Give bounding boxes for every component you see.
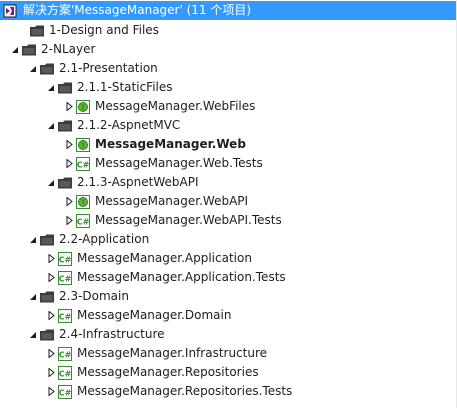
- tree-row[interactable]: C# MessageManager.WebAPI.Tests: [0, 211, 457, 230]
- solution-folder-icon: [39, 61, 55, 77]
- solution-folder-icon: [21, 42, 37, 58]
- csharp-project-icon: C#: [57, 270, 73, 286]
- tree-row-solution[interactable]: 解决方案'MessageManager' (11 个项目): [0, 1, 457, 20]
- tree-row[interactable]: 2.1.2-AspnetMVC: [0, 116, 457, 135]
- tree-item-label: 2.2-Application: [59, 232, 150, 246]
- collapsed-arrow-icon[interactable]: [45, 363, 57, 382]
- collapsed-arrow-icon[interactable]: [45, 249, 57, 268]
- collapsed-arrow-icon[interactable]: [45, 306, 57, 325]
- svg-text:C#: C#: [59, 369, 72, 378]
- tree-item-label: 2-NLayer: [41, 42, 96, 56]
- tree-item-label: 2.1.3-AspnetWebAPI: [77, 175, 199, 189]
- no-expander: [17, 21, 29, 40]
- tree-row[interactable]: 2-NLayer: [0, 40, 457, 59]
- tree-row[interactable]: C# MessageManager.Web.Tests: [0, 154, 457, 173]
- tree-row[interactable]: 2.1.1-StaticFiles: [0, 78, 457, 97]
- tree-row[interactable]: C# MessageManager.Repositories.Tests: [0, 382, 457, 401]
- tree-item-label: MessageManager.Repositories.Tests: [77, 384, 293, 398]
- solution-folder-icon: [57, 80, 73, 96]
- expanded-arrow-icon[interactable]: [27, 287, 39, 306]
- tree-item-label: 2.1-Presentation: [59, 61, 158, 75]
- solution-folder-icon: [29, 23, 45, 39]
- web-project-icon: [75, 137, 91, 153]
- solution-label: 解决方案'MessageManager' (11 个项目): [23, 3, 252, 17]
- tree-row[interactable]: 2.1-Presentation: [0, 59, 457, 78]
- solution-folder-icon: [39, 232, 55, 248]
- svg-text:C#: C#: [59, 350, 72, 359]
- tree-row[interactable]: C# MessageManager.Application.Tests: [0, 268, 457, 287]
- svg-text:C#: C#: [77, 160, 90, 169]
- expanded-arrow-icon[interactable]: [45, 173, 57, 192]
- tree-item-label: 2.1.1-StaticFiles: [77, 80, 173, 94]
- tree-item-label: MessageManager.Web: [95, 137, 246, 151]
- svg-text:C#: C#: [59, 274, 72, 283]
- tree-row[interactable]: C# MessageManager.Repositories: [0, 363, 457, 382]
- tree-item-label: MessageManager.Repositories: [77, 365, 259, 379]
- tree-row[interactable]: 1-Design and Files: [0, 21, 457, 40]
- tree-item-label: MessageManager.Application: [77, 251, 252, 265]
- tree-row[interactable]: 2.2-Application: [0, 230, 457, 249]
- tree-row[interactable]: C# MessageManager.Application: [0, 249, 457, 268]
- expanded-arrow-icon[interactable]: [45, 116, 57, 135]
- tree-row[interactable]: MessageManager.Web: [0, 135, 457, 154]
- tree-row[interactable]: MessageManager.WebAPI: [0, 192, 457, 211]
- csharp-project-icon: C#: [57, 251, 73, 267]
- csharp-project-icon: C#: [75, 156, 91, 172]
- web-project-icon: [75, 99, 91, 115]
- csharp-project-icon: C#: [57, 365, 73, 381]
- web-project-icon: [75, 194, 91, 210]
- tree-row[interactable]: MessageManager.WebFiles: [0, 97, 457, 116]
- svg-text:C#: C#: [59, 255, 72, 264]
- collapsed-arrow-icon[interactable]: [63, 135, 75, 154]
- tree-row[interactable]: 2.1.3-AspnetWebAPI: [0, 173, 457, 192]
- csharp-project-icon: C#: [75, 213, 91, 229]
- svg-text:C#: C#: [59, 388, 72, 397]
- expanded-arrow-icon[interactable]: [27, 59, 39, 78]
- collapsed-arrow-icon[interactable]: [63, 211, 75, 230]
- svg-text:C#: C#: [59, 312, 72, 321]
- solution-folder-icon: [39, 289, 55, 305]
- tree-item-label: MessageManager.WebAPI: [95, 194, 249, 208]
- tree-item-label: MessageManager.Web.Tests: [95, 156, 263, 170]
- tree-row[interactable]: C# MessageManager.Domain: [0, 306, 457, 325]
- tree-item-label: MessageManager.WebAPI.Tests: [95, 213, 282, 227]
- expanded-arrow-icon[interactable]: [27, 230, 39, 249]
- solution-folder-icon: [39, 327, 55, 343]
- tree-item-label: MessageManager.Application.Tests: [77, 270, 286, 284]
- tree-item-label: MessageManager.WebFiles: [95, 99, 256, 113]
- tree-item-label: 1-Design and Files: [49, 23, 159, 37]
- csharp-project-icon: C#: [57, 346, 73, 362]
- solution-folder-icon: [57, 175, 73, 191]
- collapsed-arrow-icon[interactable]: [45, 268, 57, 287]
- tree-item-label: 2.1.2-AspnetMVC: [77, 118, 181, 132]
- collapsed-arrow-icon[interactable]: [45, 382, 57, 401]
- expanded-arrow-icon[interactable]: [9, 40, 21, 59]
- expanded-arrow-icon[interactable]: [27, 325, 39, 344]
- solution-icon: [3, 4, 17, 18]
- collapsed-arrow-icon[interactable]: [63, 97, 75, 116]
- expanded-arrow-icon[interactable]: [45, 78, 57, 97]
- tree-row[interactable]: 2.3-Domain: [0, 287, 457, 306]
- collapsed-arrow-icon[interactable]: [63, 192, 75, 211]
- collapsed-arrow-icon[interactable]: [63, 154, 75, 173]
- tree-row[interactable]: 2.4-Infrastructure: [0, 325, 457, 344]
- collapsed-arrow-icon[interactable]: [45, 344, 57, 363]
- tree-item-label: 2.4-Infrastructure: [59, 327, 165, 341]
- tree-item-label: MessageManager.Infrastructure: [77, 346, 268, 360]
- svg-text:C#: C#: [77, 217, 90, 226]
- csharp-project-icon: C#: [57, 308, 73, 324]
- solution-explorer-tree: 解决方案'MessageManager' (11 个项目) 1-Design a…: [0, 0, 457, 408]
- csharp-project-icon: C#: [57, 384, 73, 400]
- tree-row[interactable]: C# MessageManager.Infrastructure: [0, 344, 457, 363]
- solution-folder-icon: [57, 118, 73, 134]
- tree-item-label: MessageManager.Domain: [77, 308, 232, 322]
- tree-item-label: 2.3-Domain: [59, 289, 129, 303]
